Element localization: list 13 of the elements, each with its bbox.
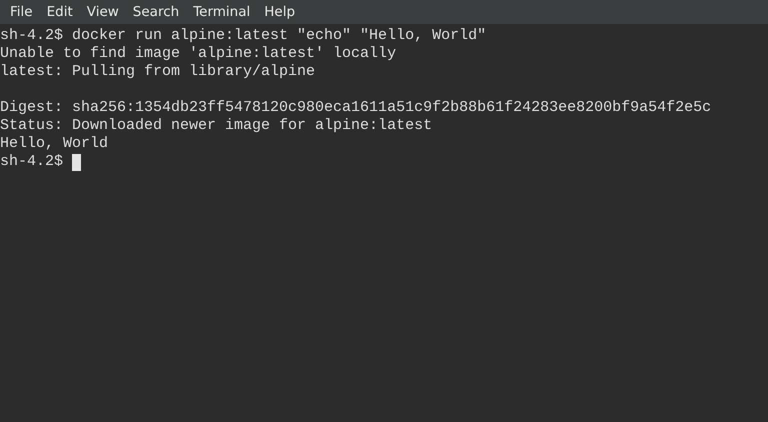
shell-prompt: sh-4.2$ <box>0 153 64 171</box>
terminal-line: Unable to find image 'alpine:latest' locally <box>0 45 396 63</box>
menu-item[interactable]: Search <box>126 0 186 24</box>
menu-item[interactable]: Help <box>257 0 302 24</box>
terminal-line: Digest: sha256:1354db23ff5478120c980eca1611a51c9f2b88b61f24283ee8200bf9a54f2e5c <box>0 99 712 117</box>
terminal-line: latest: Pulling from library/alpine <box>0 63 316 81</box>
menu-item[interactable]: File <box>3 0 40 24</box>
menu-item[interactable]: Terminal <box>186 0 258 24</box>
terminal-line: Hello, World <box>0 135 108 153</box>
terminal-line: Status: Downloaded newer image for alpine:latest <box>0 117 432 135</box>
menu-item[interactable]: View <box>80 0 126 24</box>
terminal-line: sh-4.2$ docker run alpine:latest "echo" "Hello, World" <box>0 27 486 45</box>
menu-item[interactable]: Edit <box>40 0 80 24</box>
